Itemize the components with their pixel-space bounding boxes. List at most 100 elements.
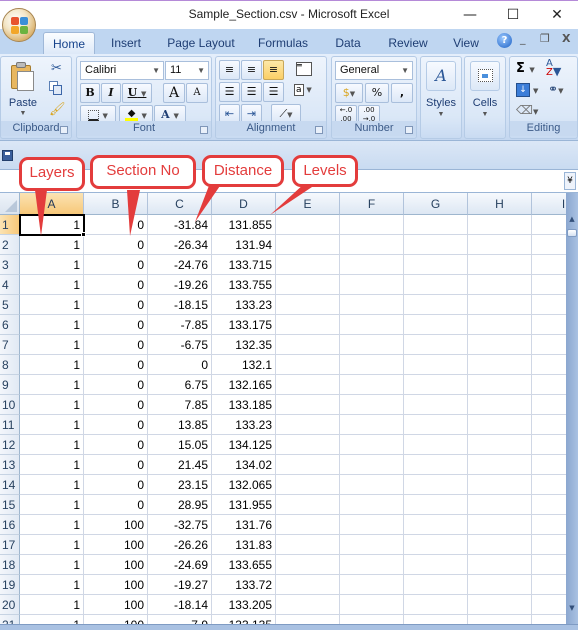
cell-f13[interactable] bbox=[340, 455, 404, 475]
cell-f6[interactable] bbox=[340, 315, 404, 335]
italic-button[interactable]: I bbox=[101, 83, 121, 103]
autosum-button[interactable]: Σ ▼ bbox=[516, 61, 535, 76]
cell-c14[interactable]: 23.15 bbox=[148, 475, 212, 495]
cell-h1[interactable] bbox=[468, 215, 532, 235]
cell-d9[interactable]: 132.165 bbox=[212, 375, 276, 395]
cell-g18[interactable] bbox=[404, 555, 468, 575]
row-header[interactable]: 13 bbox=[0, 455, 20, 475]
cell-e17[interactable] bbox=[276, 535, 340, 555]
cell-b10[interactable]: 0 bbox=[84, 395, 148, 415]
cell-c13[interactable]: 21.45 bbox=[148, 455, 212, 475]
paste-dropdown-icon[interactable]: ▼ bbox=[5, 110, 41, 117]
cell-c3[interactable]: -24.76 bbox=[148, 255, 212, 275]
cell-e7[interactable] bbox=[276, 335, 340, 355]
font-name-select[interactable]: Calibri ▼ bbox=[80, 61, 164, 80]
cell-h10[interactable] bbox=[468, 395, 532, 415]
cell-b15[interactable]: 0 bbox=[84, 495, 148, 515]
row-header[interactable]: 12 bbox=[0, 435, 20, 455]
align-bottom-button[interactable]: ≡ bbox=[263, 60, 284, 80]
cell-a4[interactable]: 1 bbox=[20, 275, 84, 295]
tab-review[interactable]: Review bbox=[380, 32, 436, 54]
styles-button[interactable]: Styles bbox=[421, 97, 461, 109]
cell-c18[interactable]: -24.69 bbox=[148, 555, 212, 575]
currency-button[interactable]: $▼ bbox=[335, 83, 363, 103]
number-format-select[interactable]: General ▼ bbox=[335, 61, 413, 80]
cell-i9[interactable] bbox=[532, 375, 566, 395]
alignment-launcher-icon[interactable] bbox=[315, 126, 323, 134]
cell-g11[interactable] bbox=[404, 415, 468, 435]
cell-h6[interactable] bbox=[468, 315, 532, 335]
cell-b9[interactable]: 0 bbox=[84, 375, 148, 395]
cell-f7[interactable] bbox=[340, 335, 404, 355]
bold-button[interactable]: B bbox=[80, 83, 100, 103]
cell-h5[interactable] bbox=[468, 295, 532, 315]
cell-i4[interactable] bbox=[532, 275, 566, 295]
column-header-f[interactable]: F bbox=[340, 193, 404, 215]
column-header-e[interactable]: E bbox=[276, 193, 340, 215]
active-cell-border[interactable] bbox=[19, 214, 85, 236]
cell-i12[interactable] bbox=[532, 435, 566, 455]
help-icon[interactable]: ? bbox=[497, 33, 512, 48]
cell-b6[interactable]: 0 bbox=[84, 315, 148, 335]
workbook-minimize-button[interactable]: _ bbox=[520, 32, 526, 45]
cell-i3[interactable] bbox=[532, 255, 566, 275]
cell-b1[interactable]: 0 bbox=[84, 215, 148, 235]
cell-i14[interactable] bbox=[532, 475, 566, 495]
row-header[interactable]: 11 bbox=[0, 415, 20, 435]
row-header[interactable]: 18 bbox=[0, 555, 20, 575]
row-header[interactable]: 14 bbox=[0, 475, 20, 495]
cell-h18[interactable] bbox=[468, 555, 532, 575]
cell-d12[interactable]: 134.125 bbox=[212, 435, 276, 455]
cell-d7[interactable]: 132.35 bbox=[212, 335, 276, 355]
row-header[interactable]: 8 bbox=[0, 355, 20, 375]
font-size-select[interactable]: 11 ▼ bbox=[165, 61, 209, 80]
cell-d2[interactable]: 131.94 bbox=[212, 235, 276, 255]
cell-i17[interactable] bbox=[532, 535, 566, 555]
cell-a11[interactable]: 1 bbox=[20, 415, 84, 435]
cell-a13[interactable]: 1 bbox=[20, 455, 84, 475]
cell-a17[interactable]: 1 bbox=[20, 535, 84, 555]
cell-e8[interactable] bbox=[276, 355, 340, 375]
close-button[interactable]: ✕ bbox=[542, 4, 572, 26]
row-header[interactable]: 3 bbox=[0, 255, 20, 275]
column-header-g[interactable]: G bbox=[404, 193, 468, 215]
cell-b3[interactable]: 0 bbox=[84, 255, 148, 275]
cell-a8[interactable]: 1 bbox=[20, 355, 84, 375]
sort-filter-button[interactable]: A Z▼ bbox=[546, 59, 561, 78]
format-painter-icon[interactable]: 🖌 bbox=[49, 102, 66, 117]
office-button[interactable] bbox=[2, 8, 36, 42]
comma-button[interactable]: , bbox=[391, 83, 413, 103]
cell-d6[interactable]: 133.175 bbox=[212, 315, 276, 335]
tab-formulas[interactable]: Formulas bbox=[252, 32, 314, 54]
cell-i11[interactable] bbox=[532, 415, 566, 435]
cell-c9[interactable]: 6.75 bbox=[148, 375, 212, 395]
cell-c6[interactable]: -7.85 bbox=[148, 315, 212, 335]
workbook-restore-button[interactable]: ❐ bbox=[540, 32, 550, 45]
align-left-button[interactable]: ☰ bbox=[219, 82, 240, 102]
cell-e5[interactable] bbox=[276, 295, 340, 315]
cell-b7[interactable]: 0 bbox=[84, 335, 148, 355]
cell-h14[interactable] bbox=[468, 475, 532, 495]
cell-d4[interactable]: 133.755 bbox=[212, 275, 276, 295]
cell-f10[interactable] bbox=[340, 395, 404, 415]
fill-dropdown-icon[interactable]: ▼ bbox=[533, 87, 538, 95]
cell-a6[interactable]: 1 bbox=[20, 315, 84, 335]
cell-e12[interactable] bbox=[276, 435, 340, 455]
merge-center-button[interactable]: a ▼ bbox=[294, 84, 322, 96]
cell-g12[interactable] bbox=[404, 435, 468, 455]
cell-i5[interactable] bbox=[532, 295, 566, 315]
cell-e19[interactable] bbox=[276, 575, 340, 595]
cell-h4[interactable] bbox=[468, 275, 532, 295]
font-launcher-icon[interactable] bbox=[200, 126, 208, 134]
cell-f3[interactable] bbox=[340, 255, 404, 275]
cell-a9[interactable]: 1 bbox=[20, 375, 84, 395]
fill-icon[interactable]: ↓ bbox=[516, 83, 530, 97]
cell-c4[interactable]: -19.26 bbox=[148, 275, 212, 295]
cell-f8[interactable] bbox=[340, 355, 404, 375]
cell-h19[interactable] bbox=[468, 575, 532, 595]
tab-page-layout[interactable]: Page Layout bbox=[162, 32, 240, 54]
column-header-c[interactable]: C bbox=[148, 193, 212, 215]
cell-c12[interactable]: 15.05 bbox=[148, 435, 212, 455]
clipboard-launcher-icon[interactable] bbox=[60, 126, 68, 134]
cell-e10[interactable] bbox=[276, 395, 340, 415]
